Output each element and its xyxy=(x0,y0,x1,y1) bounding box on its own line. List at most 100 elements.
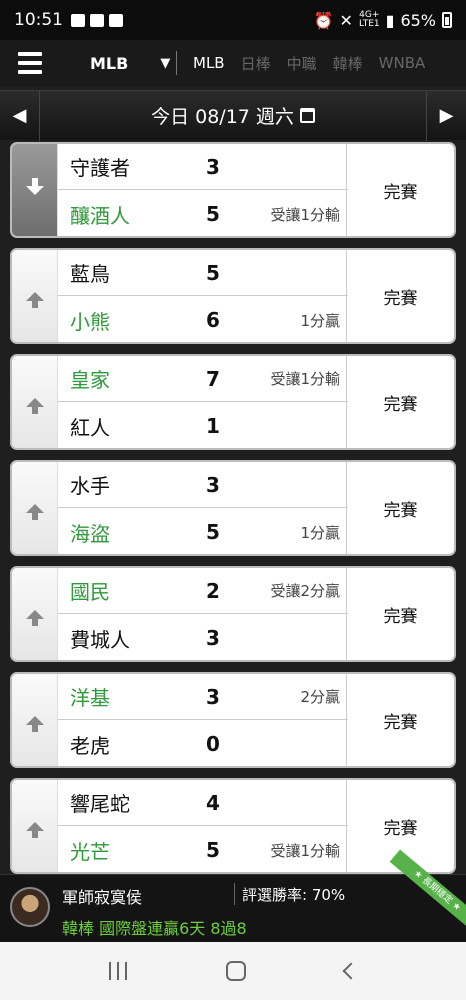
team-name: 老虎 xyxy=(70,733,110,758)
team-name: 釀酒人 xyxy=(70,203,130,228)
back-icon[interactable] xyxy=(342,962,360,980)
expert-name: 軍師寂寞侯 xyxy=(62,888,143,907)
tab-mlb[interactable]: MLB xyxy=(185,54,233,72)
team-row-away: 小熊 6 1分贏 xyxy=(58,297,348,342)
team-row-home: 守護者 3 xyxy=(58,144,348,190)
game-list: 守護者 3 釀酒人 5 受讓1分輸 完賽 藍鳥 5 小熊 6 1分贏 完賽 皇家… xyxy=(0,142,466,874)
team-score: 5 xyxy=(206,202,220,226)
tab-npb[interactable]: 日棒 xyxy=(233,53,279,74)
team-row-home: 皇家 7 受讓1分輸 xyxy=(58,356,348,402)
tab-wnba[interactable]: WNBA xyxy=(371,54,434,72)
team-score: 4 xyxy=(206,790,220,815)
team-row-away: 光芒 5 受讓1分輸 xyxy=(58,827,348,872)
recent-apps-icon[interactable] xyxy=(109,962,128,980)
team-name: 紅人 xyxy=(70,415,110,440)
team-score: 0 xyxy=(206,732,220,756)
team-score: 3 xyxy=(206,684,220,709)
team-row-away: 費城人 3 xyxy=(58,615,348,660)
league-dropdown-value: MLB xyxy=(90,53,129,73)
team-row-home: 洋基 3 2分贏 xyxy=(58,674,348,720)
divider xyxy=(234,883,235,905)
game-status: 完賽 xyxy=(346,356,454,448)
expand-toggle[interactable] xyxy=(12,568,58,660)
network-type: 4G+ LTE1 xyxy=(358,10,380,29)
home-icon[interactable] xyxy=(225,961,246,981)
team-name: 響尾蛇 xyxy=(70,792,130,816)
team-name: 藍鳥 xyxy=(70,262,110,286)
team-name: 水手 xyxy=(70,474,110,498)
arrow-down-icon xyxy=(25,177,44,195)
game-status: 完賽 xyxy=(346,250,454,342)
calendar-icon xyxy=(299,108,315,123)
team-score: 5 xyxy=(206,260,220,285)
arrow-up-icon xyxy=(25,503,44,520)
clock: 10:51 xyxy=(14,10,63,30)
expand-toggle[interactable] xyxy=(12,250,58,342)
status-bar: 10:51 ⏰ ✕ 4G+ LTE1 ▮ 65% xyxy=(0,0,466,40)
handicap-note: 受讓1分輸 xyxy=(270,205,340,224)
arrow-up-icon xyxy=(25,397,44,414)
expand-toggle[interactable] xyxy=(12,144,58,236)
menu-icon[interactable] xyxy=(0,40,60,86)
team-name: 小熊 xyxy=(70,309,110,334)
expand-toggle[interactable] xyxy=(12,780,58,872)
date-picker[interactable]: 今日 08/17 週六 xyxy=(40,102,426,129)
win-rate: 評選勝率: 70% xyxy=(242,886,346,904)
team-row-away: 釀酒人 5 受讓1分輸 xyxy=(58,191,348,236)
streak-text: 韓棒 國際盤連贏6天 8過8 xyxy=(62,919,247,938)
handicap-note: 受讓1分輸 xyxy=(270,841,340,860)
tab-cpbl[interactable]: 中職 xyxy=(279,53,325,74)
game-card[interactable]: 國民 2 受讓2分贏 費城人 3 完賽 xyxy=(10,566,456,662)
league-dropdown[interactable]: MLB ▼ xyxy=(60,54,176,73)
arrow-up-icon xyxy=(25,715,44,732)
handicap-note: 1分贏 xyxy=(300,523,340,542)
game-card[interactable]: 皇家 7 受讓1分輸 紅人 1 完賽 xyxy=(10,354,456,450)
gallery-icon xyxy=(71,13,85,27)
game-card[interactable]: 響尾蛇 4 光芒 5 受讓1分輸 完賽 xyxy=(10,778,456,874)
battery-icon xyxy=(442,12,452,28)
team-score: 3 xyxy=(206,626,220,650)
team-score: 5 xyxy=(206,838,220,862)
date-bar: ◀ 今日 08/17 週六 ▶ xyxy=(0,90,466,141)
divider xyxy=(176,51,177,75)
game-card[interactable]: 水手 3 海盜 5 1分贏 完賽 xyxy=(10,460,456,556)
team-score: 5 xyxy=(206,520,220,544)
mute-icon: ✕ xyxy=(339,10,353,30)
game-card[interactable]: 守護者 3 釀酒人 5 受讓1分輸 完賽 xyxy=(10,142,456,238)
handicap-note: 受讓1分輸 xyxy=(270,370,340,388)
arrow-up-icon xyxy=(25,609,44,626)
team-row-home: 水手 3 xyxy=(58,462,348,508)
signal-icon: ▮ xyxy=(385,10,395,30)
arrow-up-icon xyxy=(25,291,44,308)
team-score: 3 xyxy=(206,154,220,179)
team-row-away: 海盜 5 1分贏 xyxy=(58,509,348,554)
top-nav: MLB ▼ MLB 日棒 中職 韓棒 WNBA xyxy=(0,40,466,86)
team-name: 光芒 xyxy=(70,839,110,864)
prev-day-button[interactable]: ◀ xyxy=(0,90,40,141)
expand-toggle[interactable] xyxy=(12,462,58,554)
next-day-button[interactable]: ▶ xyxy=(426,90,466,141)
team-name: 海盜 xyxy=(70,521,110,546)
expand-toggle[interactable] xyxy=(12,674,58,766)
team-name: 費城人 xyxy=(70,627,130,652)
team-score: 3 xyxy=(206,472,220,497)
team-score: 7 xyxy=(206,366,220,391)
expand-toggle[interactable] xyxy=(12,356,58,448)
team-name: 守護者 xyxy=(70,156,130,180)
team-score: 2 xyxy=(206,578,220,603)
team-row-home: 響尾蛇 4 xyxy=(58,780,348,826)
tab-kbo[interactable]: 韓棒 xyxy=(325,53,371,74)
game-card[interactable]: 藍鳥 5 小熊 6 1分贏 完賽 xyxy=(10,248,456,344)
game-status: 完賽 xyxy=(346,674,454,766)
date-label: 今日 08/17 週六 xyxy=(151,106,294,128)
team-row-away: 紅人 1 xyxy=(58,403,348,448)
game-status: 完賽 xyxy=(346,144,454,236)
expert-banner[interactable]: 軍師寂寞侯 評選勝率: 70% 韓棒 國際盤連贏6天 8過8 ★ 長期穩定 ★ xyxy=(0,849,466,942)
team-name: 皇家 xyxy=(70,368,110,392)
arrow-left-icon: ◀ xyxy=(12,105,27,126)
team-name: 國民 xyxy=(70,580,110,604)
team-row-home: 國民 2 受讓2分贏 xyxy=(58,568,348,614)
team-name: 洋基 xyxy=(70,686,110,710)
arrow-right-icon: ▶ xyxy=(439,105,454,126)
game-card[interactable]: 洋基 3 2分贏 老虎 0 完賽 xyxy=(10,672,456,768)
